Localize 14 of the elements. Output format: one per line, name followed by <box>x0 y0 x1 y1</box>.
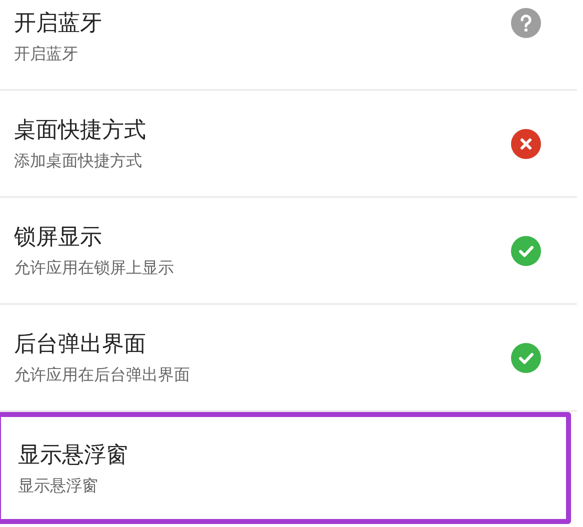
setting-title: 开启蓝牙 <box>14 10 102 38</box>
question-icon[interactable] <box>511 8 541 38</box>
setting-title: 后台弹出界面 <box>14 331 147 359</box>
check-icon[interactable] <box>511 342 541 372</box>
setting-title: 显示悬浮窗 <box>18 442 128 470</box>
setting-description: 开启蓝牙 <box>14 44 79 65</box>
cross-icon[interactable] <box>511 128 541 158</box>
setting-description: 允许应用在锁屏上显示 <box>14 258 174 279</box>
setting-title: 桌面快捷方式 <box>14 117 146 145</box>
setting-description: 添加桌面快捷方式 <box>14 151 143 172</box>
setting-description: 允许应用在后台弹出界面 <box>14 365 190 386</box>
check-icon[interactable] <box>511 236 541 266</box>
setting-description: 显示悬浮窗 <box>18 476 99 496</box>
setting-title: 锁屏显示 <box>14 224 103 252</box>
